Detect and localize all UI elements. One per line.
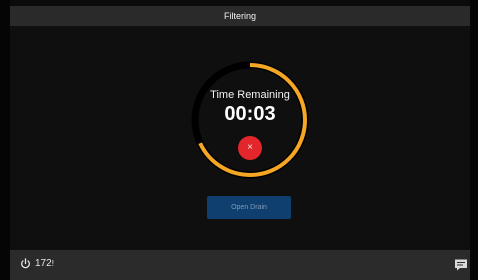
filtering-screen: Filtering Time Remaining 00:03 × Open Dr… <box>0 0 478 280</box>
page-title: Filtering <box>223 11 256 21</box>
left-bezel <box>0 0 10 280</box>
close-icon: × <box>247 142 253 153</box>
status-bar: 172! <box>10 250 470 280</box>
power-value: 172 <box>35 258 52 269</box>
open-drain-button[interactable]: Open Drain <box>207 196 291 219</box>
timer-value: 00:03 <box>224 103 276 125</box>
power-status[interactable]: 172! <box>20 258 54 269</box>
timer-label: Time Remaining <box>210 89 290 101</box>
right-bezel <box>470 0 478 280</box>
countdown-timer: Time Remaining 00:03 × <box>188 58 312 182</box>
chat-icon[interactable] <box>454 258 468 272</box>
title-bar: Filtering <box>10 6 470 26</box>
cancel-button[interactable]: × <box>238 136 262 160</box>
main-content: Time Remaining 00:03 × Open Drain <box>10 26 470 250</box>
power-suffix: ! <box>51 259 54 268</box>
power-icon <box>21 258 30 269</box>
